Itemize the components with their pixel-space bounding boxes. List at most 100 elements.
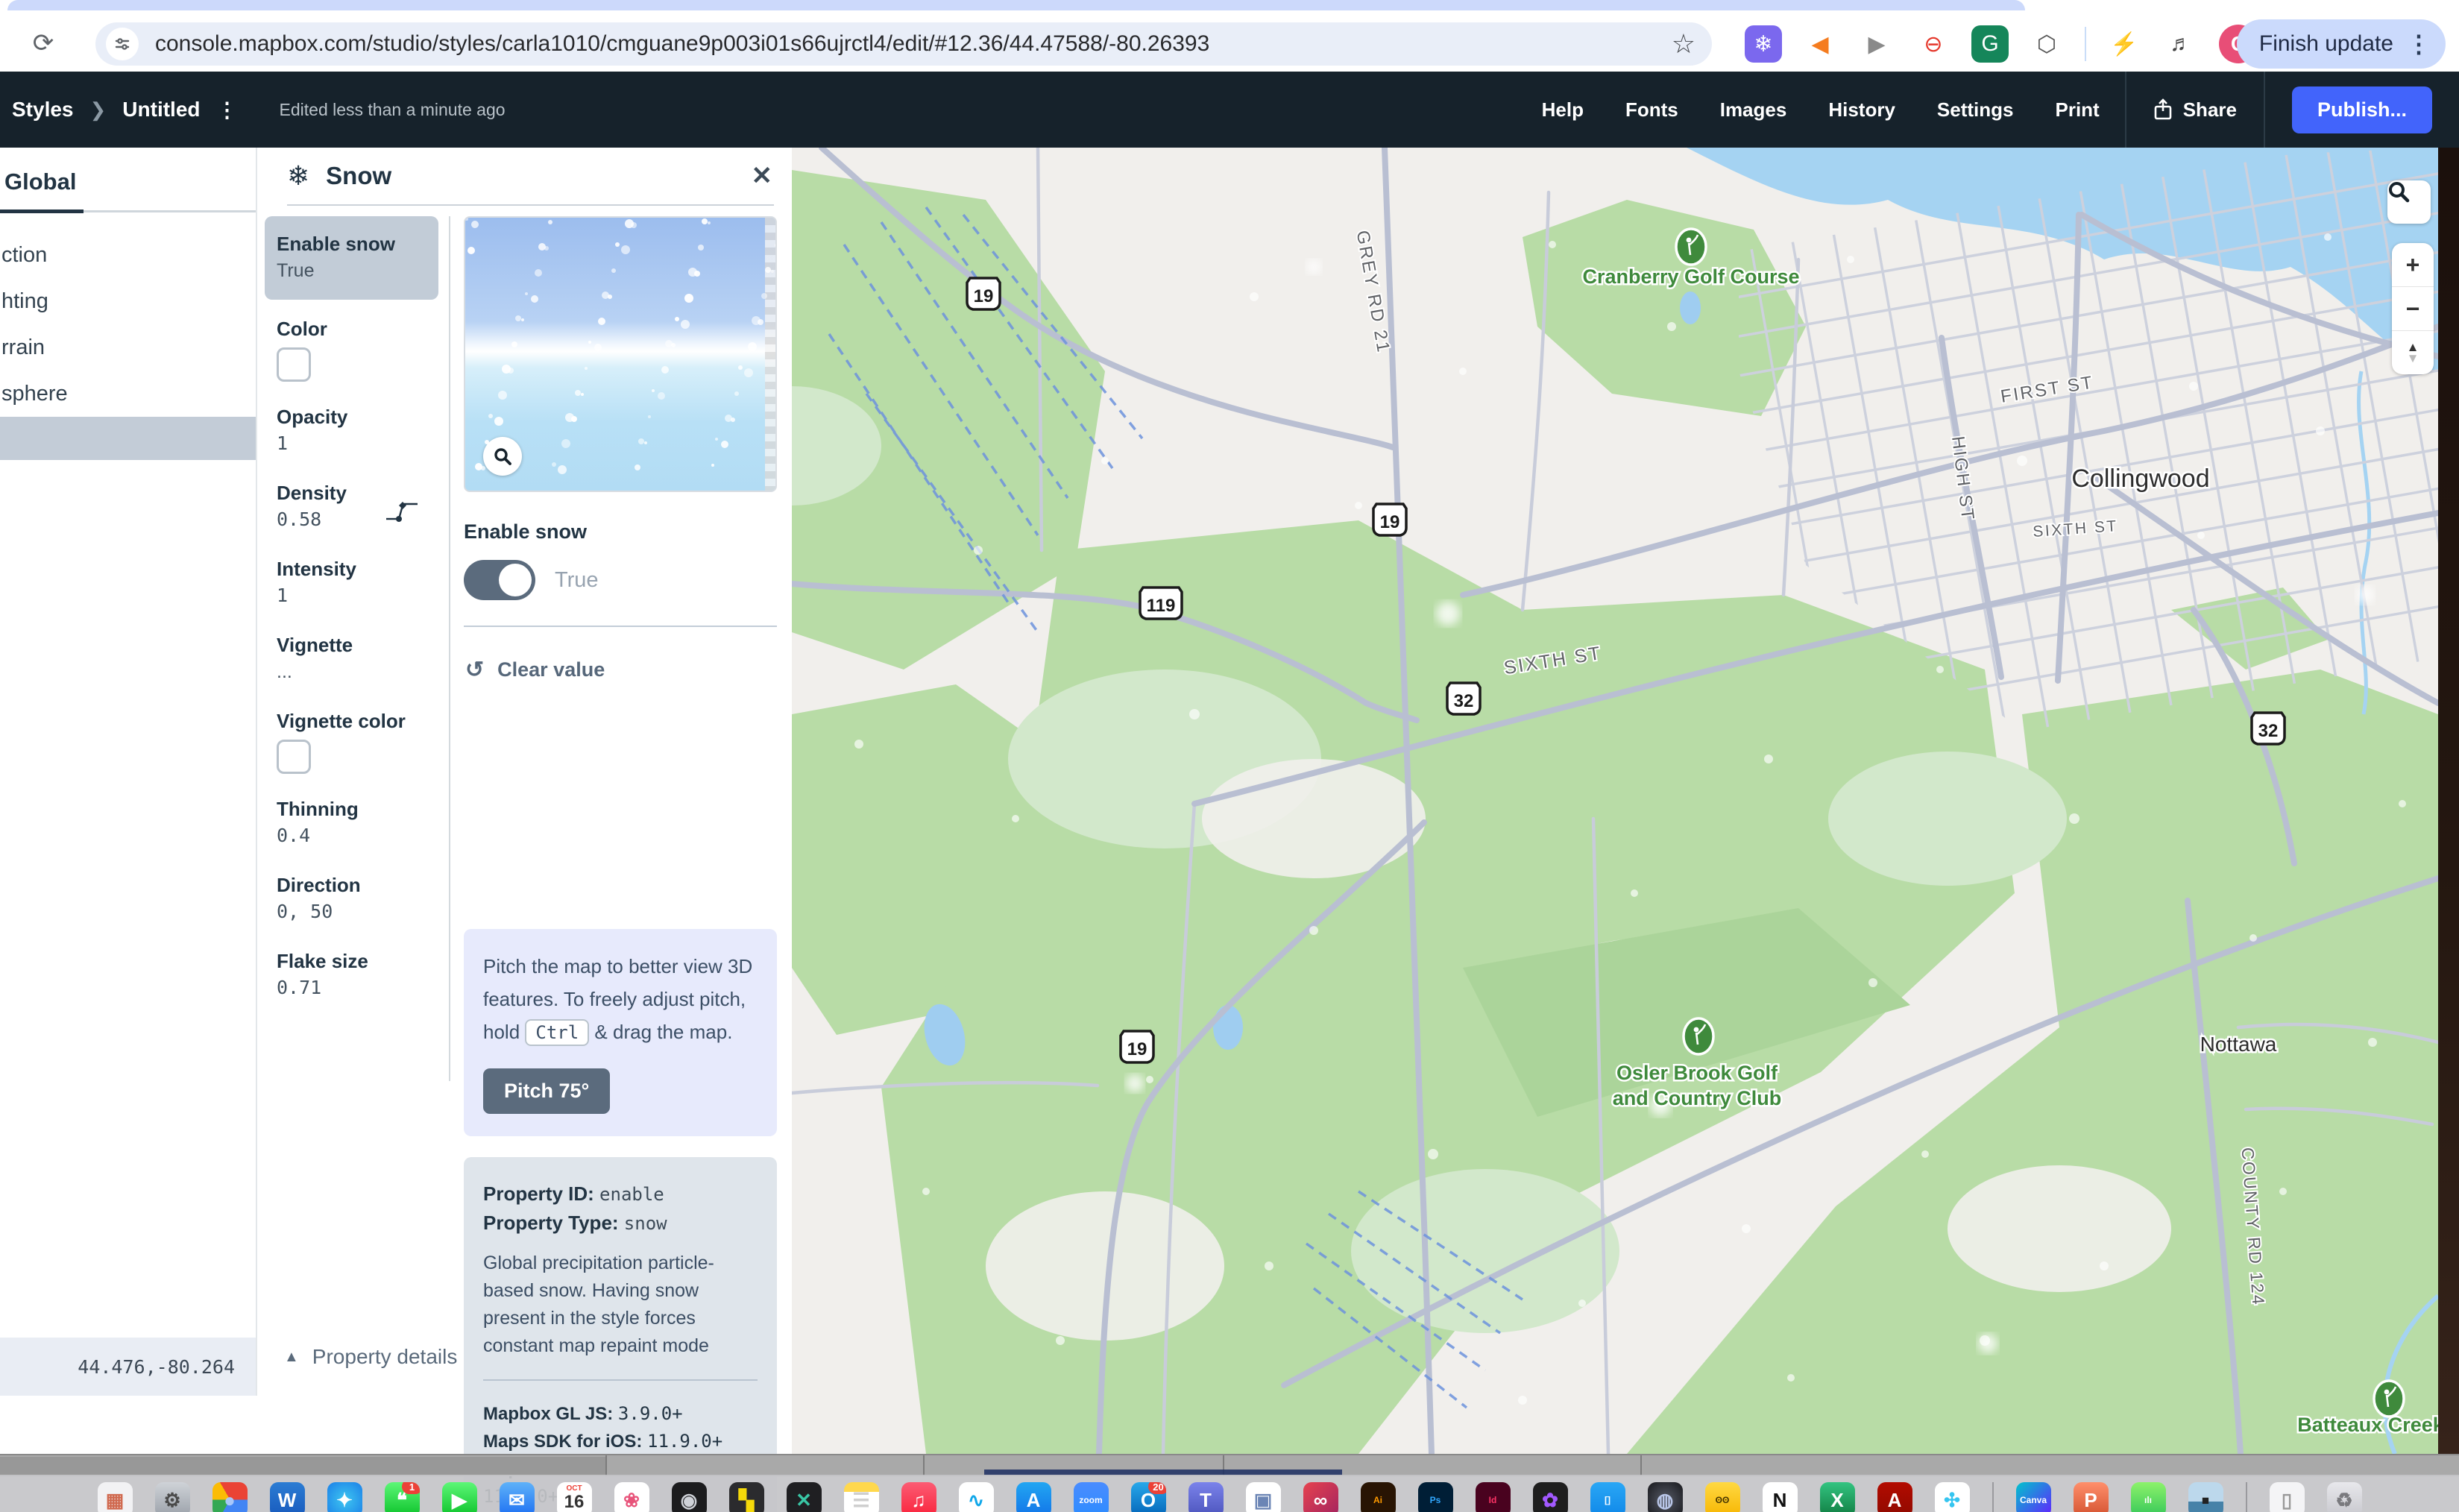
bookmark-star-icon[interactable]: ☆ <box>1672 28 1696 60</box>
excel-icon[interactable]: X <box>1820 1482 1855 1512</box>
url-bar[interactable]: console.mapbox.com/studio/styles/carla10… <box>95 22 1712 66</box>
brackets-app-icon[interactable]: [] <box>1590 1482 1625 1512</box>
map-search-button[interactable] <box>2387 180 2431 224</box>
prop-flake-size[interactable]: Flake size0.71 <box>257 936 449 1012</box>
color-swatch[interactable] <box>277 347 311 382</box>
mail-icon[interactable]: ✉ <box>500 1482 535 1512</box>
prop-color[interactable]: Color <box>257 304 449 392</box>
cyberduck-icon[interactable]: ʘʘ <box>1705 1482 1740 1512</box>
map-canvas[interactable]: FIRST STHIGH STSIXTH STSIXTH STGREY RD 2… <box>792 148 2438 1454</box>
cinema4d-icon[interactable]: ◍ <box>1648 1482 1683 1512</box>
zoom-in-button[interactable]: + <box>2392 243 2434 287</box>
outlook-icon[interactable]: O20 <box>1131 1482 1166 1512</box>
nav-item-help[interactable]: Help <box>1542 98 1584 122</box>
style-title[interactable]: Untitled <box>122 98 200 122</box>
sidebar-item-selected[interactable] <box>0 417 256 460</box>
horizontal-scrollbar[interactable] <box>0 1454 2459 1476</box>
snowflake-icon: ❄ <box>287 160 309 192</box>
photos-icon[interactable]: ❀ <box>614 1482 649 1512</box>
nav-item-history[interactable]: History <box>1828 98 1895 122</box>
property-details-collapse[interactable]: ▲ Property details <box>284 1345 457 1369</box>
chrome-icon[interactable]: ● <box>212 1482 248 1512</box>
slack-icon[interactable]: ✣ <box>1935 1482 1970 1512</box>
calendar-icon[interactable]: OCT16 <box>557 1482 592 1512</box>
numbers-icon[interactable]: ılı <box>2131 1482 2166 1512</box>
chrome-menu-icon[interactable]: ⋮ <box>2407 30 2431 58</box>
finish-update-button[interactable]: Finish update ⋮ <box>2237 19 2446 69</box>
close-icon[interactable]: ✕ <box>752 161 773 191</box>
prop-intensity[interactable]: Intensity1 <box>257 544 449 620</box>
play-extension-icon[interactable]: ▶ <box>1858 25 1895 63</box>
app-store-icon[interactable]: A <box>1016 1482 1051 1512</box>
publish-button[interactable]: Publish... <box>2292 86 2432 133</box>
nav-item-print[interactable]: Print <box>2055 98 2099 122</box>
teams-icon[interactable]: T <box>1188 1482 1224 1512</box>
sidebar-item[interactable]: ction <box>0 232 256 278</box>
prop-density[interactable]: Density0.58 <box>257 468 449 544</box>
pitch-toggle-button[interactable]: ▲ ▼ <box>2392 331 2434 374</box>
facetime-icon[interactable]: ▶ <box>442 1482 477 1512</box>
sidebar-tab-global[interactable]: Global <box>0 148 256 210</box>
notion-icon[interactable]: N <box>1763 1482 1798 1512</box>
photoshop-icon[interactable]: Ps <box>1418 1482 1453 1512</box>
creative-cloud-icon[interactable]: ∞ <box>1303 1482 1338 1512</box>
acrobat-icon[interactable]: A <box>1877 1482 1912 1512</box>
indesign-icon[interactable]: Id <box>1476 1482 1511 1512</box>
snowflake-extension-icon[interactable]: ❄ <box>1745 25 1782 63</box>
style-menu-icon[interactable]: ⋮ <box>217 98 238 122</box>
sidebar-item[interactable]: hting <box>0 278 256 324</box>
motion-x-icon[interactable]: ✕ <box>787 1482 822 1512</box>
notes-icon[interactable]: ☰ <box>844 1482 879 1512</box>
zoom-out-button[interactable]: − <box>2392 287 2434 331</box>
megaphone-extension-icon[interactable]: ◀ <box>1801 25 1839 63</box>
system-settings-icon[interactable]: ⚙ <box>155 1482 190 1512</box>
prop-thinning[interactable]: Thinning0.4 <box>257 784 449 860</box>
safari-icon[interactable]: ✦ <box>327 1482 362 1512</box>
trash-icon[interactable]: ♻ <box>2327 1482 2362 1512</box>
reload-icon[interactable]: ⟳ <box>28 28 58 58</box>
music-list-extension-icon[interactable]: ♬ <box>2162 25 2200 63</box>
music-icon[interactable]: ♫ <box>901 1482 936 1512</box>
prop-vignette[interactable]: Vignette... <box>257 620 449 696</box>
browser-tab[interactable] <box>7 0 2025 10</box>
scrollbar-thumb[interactable] <box>0 1457 605 1475</box>
canva-icon[interactable]: Canva <box>2016 1482 2051 1512</box>
color-swatch[interactable] <box>277 740 311 774</box>
clear-value-button[interactable]: ↻ Clear value <box>465 657 793 683</box>
tab-underline <box>0 210 256 212</box>
nav-item-images[interactable]: Images <box>1720 98 1787 122</box>
sidebar-item[interactable]: rrain <box>0 324 256 371</box>
messages-icon[interactable]: ❝1 <box>385 1482 420 1512</box>
prop-direction[interactable]: Direction0, 50 <box>257 860 449 936</box>
share-button[interactable]: Share <box>2153 98 2237 122</box>
media-disc-icon[interactable]: ◉ <box>672 1482 707 1512</box>
zoom-icon[interactable]: zoom <box>1074 1482 1109 1512</box>
grammarly-extension-icon[interactable]: G <box>1971 25 2009 63</box>
final-cut-icon[interactable]: ▚ <box>729 1482 764 1512</box>
illustrator-icon[interactable]: Ai <box>1361 1482 1396 1512</box>
printer-icon[interactable]: ▣ <box>1246 1482 1281 1512</box>
site-settings-icon[interactable] <box>106 28 139 60</box>
enable-snow-toggle[interactable]: True <box>464 560 793 600</box>
breadcrumb-styles[interactable]: Styles <box>12 98 74 122</box>
leaf-extension-icon[interactable]: ⚡ <box>2106 25 2143 63</box>
red-extension-icon[interactable]: ⊖ <box>1915 25 1952 63</box>
prop-enable-snow[interactable]: Enable snowTrue <box>265 216 438 300</box>
word-icon[interactable]: W <box>270 1482 305 1512</box>
figma-icon[interactable]: ✿ <box>1533 1482 1568 1512</box>
nav-item-fonts[interactable]: Fonts <box>1625 98 1678 122</box>
freeform-icon[interactable]: ∿ <box>959 1482 994 1512</box>
puzzle-extension-icon[interactable]: ⬡ <box>2028 25 2065 63</box>
sidebar-item[interactable]: sphere <box>0 371 256 417</box>
toggle-pill[interactable] <box>464 560 535 600</box>
snow-flake <box>531 295 538 303</box>
nav-item-settings[interactable]: Settings <box>1937 98 2014 122</box>
share-icon <box>2153 98 2173 121</box>
powerpoint-icon[interactable]: P <box>2074 1482 2109 1512</box>
pitch-75-button[interactable]: Pitch 75° <box>483 1068 610 1114</box>
download-item-icon[interactable]: ▯ <box>2270 1482 2305 1512</box>
prop-vignette-color[interactable]: Vignette color <box>257 696 449 784</box>
launchpad-icon[interactable]: ▦ <box>98 1482 133 1512</box>
prop-opacity[interactable]: Opacity1 <box>257 392 449 468</box>
window-thumb-icon[interactable]: ◼ <box>2188 1482 2223 1512</box>
